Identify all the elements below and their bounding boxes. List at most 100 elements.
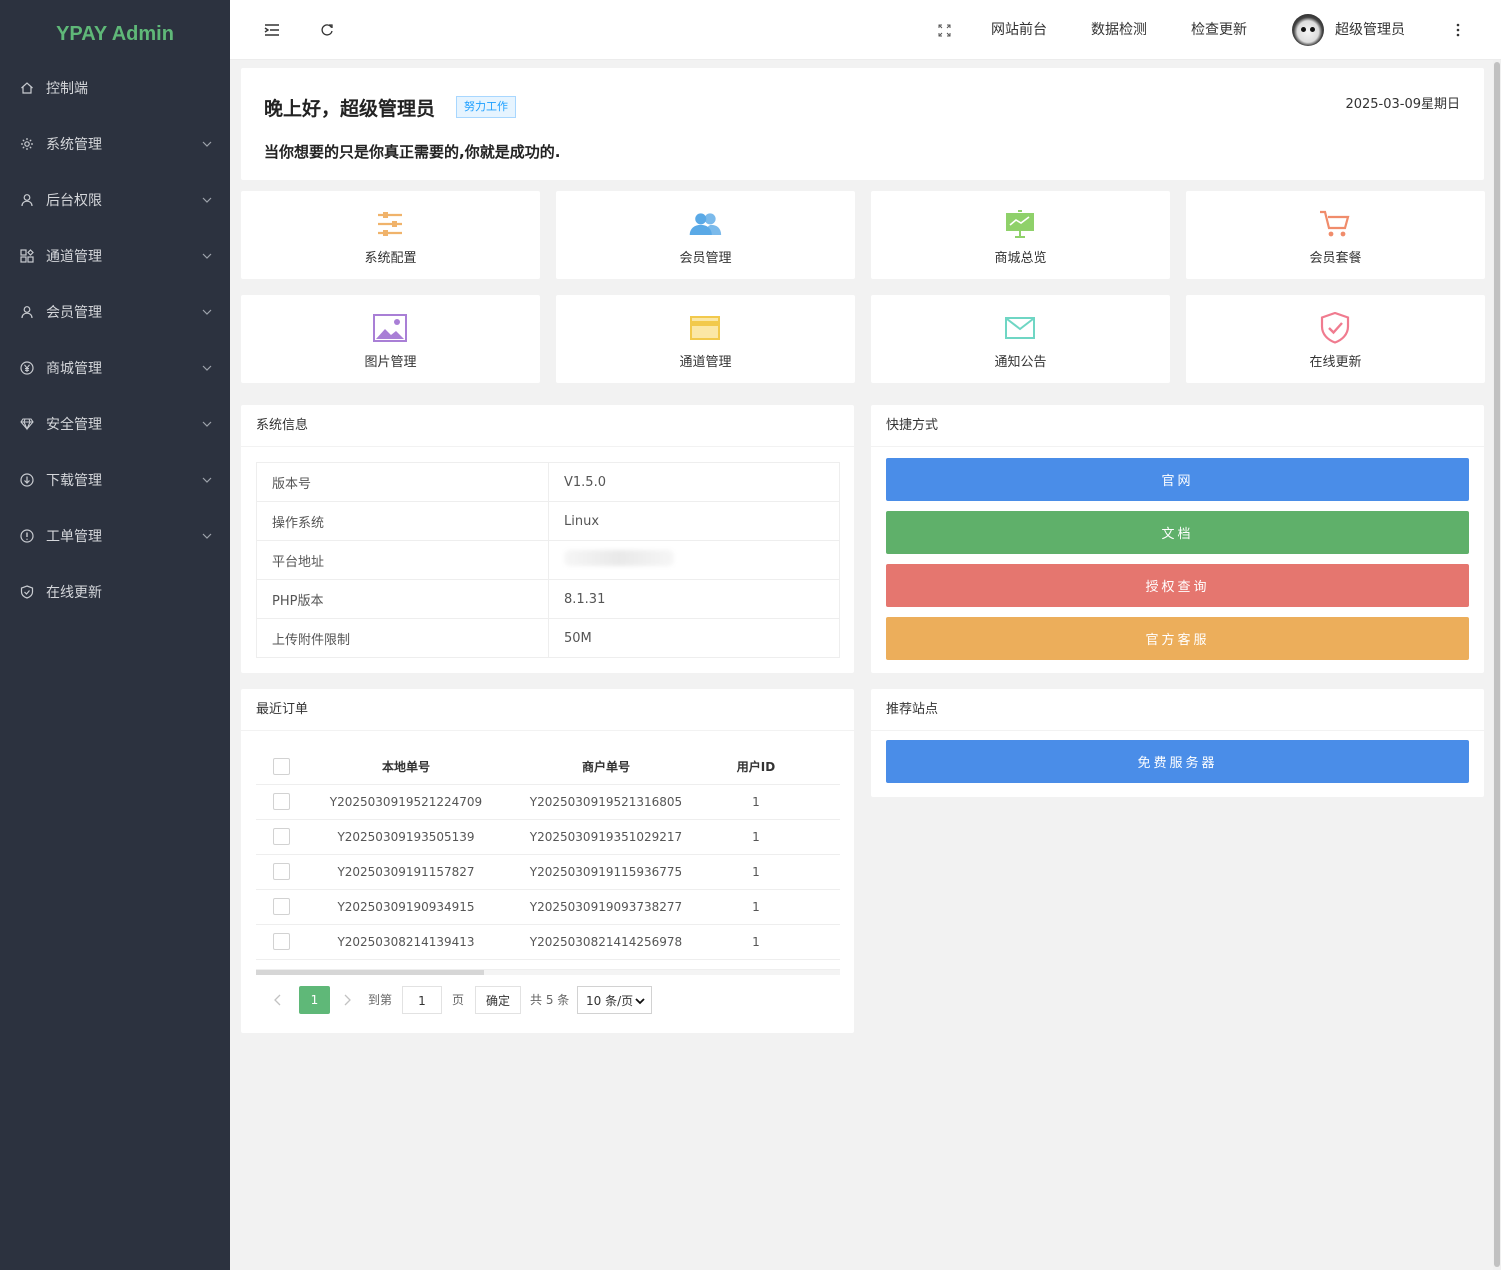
sidebar-item-8[interactable]: 工单管理 (0, 508, 230, 564)
table-cell: Y2025030919521224709 (306, 784, 506, 820)
chevron-down-icon (635, 998, 645, 1005)
system-info-row: 平台地址 (256, 540, 840, 580)
shortcut-button-3[interactable]: 官方客服 (886, 617, 1469, 660)
sidebar-item-5[interactable]: 商城管理 (0, 340, 230, 396)
chevron-down-icon (201, 418, 213, 430)
page-scrollbar[interactable] (1493, 60, 1501, 1270)
prev-page-icon[interactable] (274, 986, 282, 1014)
page-size-value: 10 条/页 (586, 994, 634, 1008)
system-info-row: 操作系统 Linux (256, 501, 840, 541)
shortcuts-card: 快捷方式 官网 文档 授权查询 官方客服 (871, 405, 1484, 673)
shortcut-button-0[interactable]: 官网 (886, 458, 1469, 501)
column-header-merchant-order[interactable]: 商户单号 (506, 749, 706, 785)
sidebar-item-3[interactable]: 通道管理 (0, 228, 230, 284)
image-icon (373, 313, 407, 343)
free-server-button[interactable]: 免费服务器 (886, 740, 1469, 783)
row-checkbox[interactable] (272, 898, 290, 915)
sidebar-item-2[interactable]: 后台权限 (0, 172, 230, 228)
quick-tile-6[interactable]: 通知公告 (871, 295, 1170, 383)
table-horizontal-scrollbar[interactable] (256, 969, 840, 975)
refresh-icon[interactable] (317, 20, 337, 40)
table-row[interactable]: Y2025030919521224709 Y2025030919521316805… (256, 784, 840, 820)
next-page-icon[interactable] (343, 986, 351, 1014)
app-logo[interactable]: YPAY Admin (0, 0, 230, 68)
quick-tile-label: 通知公告 (994, 355, 1047, 370)
orders-header-row: 本地单号 商户单号 用户ID (256, 749, 840, 785)
quick-tile-7[interactable]: 在线更新 (1186, 295, 1485, 383)
header-link-check-update[interactable]: 检查更新 (1191, 0, 1247, 60)
chevron-down-icon (201, 250, 213, 262)
quick-tile-1[interactable]: 会员管理 (556, 191, 855, 279)
system-info-row: PHP版本 8.1.31 (256, 579, 840, 619)
current-date: 2025-03-09星期日 (1345, 97, 1460, 112)
fullscreen-icon[interactable] (934, 20, 954, 40)
info-icon (19, 528, 35, 544)
quick-tile-2[interactable]: 商城总览 (871, 191, 1170, 279)
shield-check-icon (19, 584, 35, 600)
select-all-checkbox[interactable] (272, 757, 290, 775)
user-icon (19, 304, 35, 320)
table-cell: 1 (706, 924, 806, 960)
sidebar-item-label: 商城管理 (46, 361, 102, 377)
system-info-value: 8.1.31 (548, 579, 840, 619)
apps-icon (19, 248, 35, 264)
header-link-data-check[interactable]: 数据检测 (1091, 0, 1147, 60)
quick-tile-4[interactable]: 图片管理 (241, 295, 540, 383)
row-checkbox[interactable] (272, 863, 290, 880)
table-row[interactable]: Y20250308214139413 Y2025030821414256978 1 (256, 924, 840, 960)
shield-check-icon (1318, 312, 1352, 344)
table-row[interactable]: Y20250309190934915 Y2025030919093738277 1 (256, 889, 840, 925)
page-size-select[interactable]: 10 条/页 (577, 986, 652, 1014)
table-cell: 1 (706, 819, 806, 855)
diamond-icon (19, 416, 35, 432)
system-info-key: PHP版本 (256, 579, 549, 619)
row-checkbox[interactable] (272, 933, 290, 950)
sidebar-item-label: 安全管理 (46, 417, 102, 433)
home-icon (19, 80, 35, 96)
table-row[interactable]: Y20250309193505139 Y2025030919351029217 1 (256, 819, 840, 855)
more-vertical-icon[interactable] (1448, 20, 1468, 40)
menu-collapse-icon[interactable] (262, 20, 282, 40)
quick-tile-label: 商城总览 (994, 251, 1047, 266)
row-checkbox[interactable] (272, 828, 290, 845)
pagination: 1 到第 1 页 确定 共 5 条 10 条/页 (256, 986, 840, 1014)
quick-tile-0[interactable]: 系统配置 (241, 191, 540, 279)
system-info-value (548, 540, 840, 580)
column-header-user-id[interactable]: 用户ID (706, 749, 806, 785)
table-cell: Y2025030919351029217 (506, 819, 706, 855)
sidebar-item-label: 控制端 (46, 81, 88, 97)
header-link-frontend[interactable]: 网站前台 (991, 0, 1047, 60)
sidebar-item-1[interactable]: 系统管理 (0, 116, 230, 172)
column-header-local-order[interactable]: 本地单号 (306, 749, 506, 785)
quick-tile-5[interactable]: 通道管理 (556, 295, 855, 383)
sidebar-item-4[interactable]: 会员管理 (0, 284, 230, 340)
sidebar-item-7[interactable]: 下载管理 (0, 452, 230, 508)
sidebar-item-label: 后台权限 (46, 193, 102, 209)
sidebar-item-0[interactable]: 控制端 (0, 60, 230, 116)
shortcut-button-1[interactable]: 文档 (886, 511, 1469, 554)
header-username[interactable]: 超级管理员 (1335, 0, 1405, 60)
page-button-current[interactable]: 1 (299, 986, 330, 1014)
table-cell: Y20250309190934915 (306, 889, 506, 925)
table-cell: Y2025030919521316805 (506, 784, 706, 820)
status-badge: 努力工作 (456, 96, 516, 118)
table-cell: Y2025030821414256978 (506, 924, 706, 960)
table-cell: Y2025030919093738277 (506, 889, 706, 925)
goto-page-input[interactable]: 1 (402, 986, 442, 1014)
quick-tile-label: 图片管理 (364, 355, 417, 370)
sidebar-item-6[interactable]: 安全管理 (0, 396, 230, 452)
chevron-down-icon (201, 474, 213, 486)
quick-tile-3[interactable]: 会员套餐 (1186, 191, 1485, 279)
shortcut-button-2[interactable]: 授权查询 (886, 564, 1469, 607)
sidebar-item-9[interactable]: 在线更新 (0, 564, 230, 620)
goto-confirm-button[interactable]: 确定 (475, 986, 521, 1014)
sidebar-item-label: 在线更新 (46, 585, 102, 601)
top-header: 网站前台 数据检测 检查更新 超级管理员 (230, 0, 1501, 60)
avatar[interactable] (1292, 14, 1324, 46)
sidebar-item-label: 工单管理 (46, 529, 102, 545)
recommend-title: 推荐站点 (871, 689, 1484, 731)
quick-tile-label: 系统配置 (364, 251, 417, 266)
row-checkbox[interactable] (272, 793, 290, 810)
table-row[interactable]: Y20250309191157827 Y2025030919115936775 1 (256, 854, 840, 890)
recommend-card: 推荐站点 免费服务器 (871, 689, 1484, 797)
